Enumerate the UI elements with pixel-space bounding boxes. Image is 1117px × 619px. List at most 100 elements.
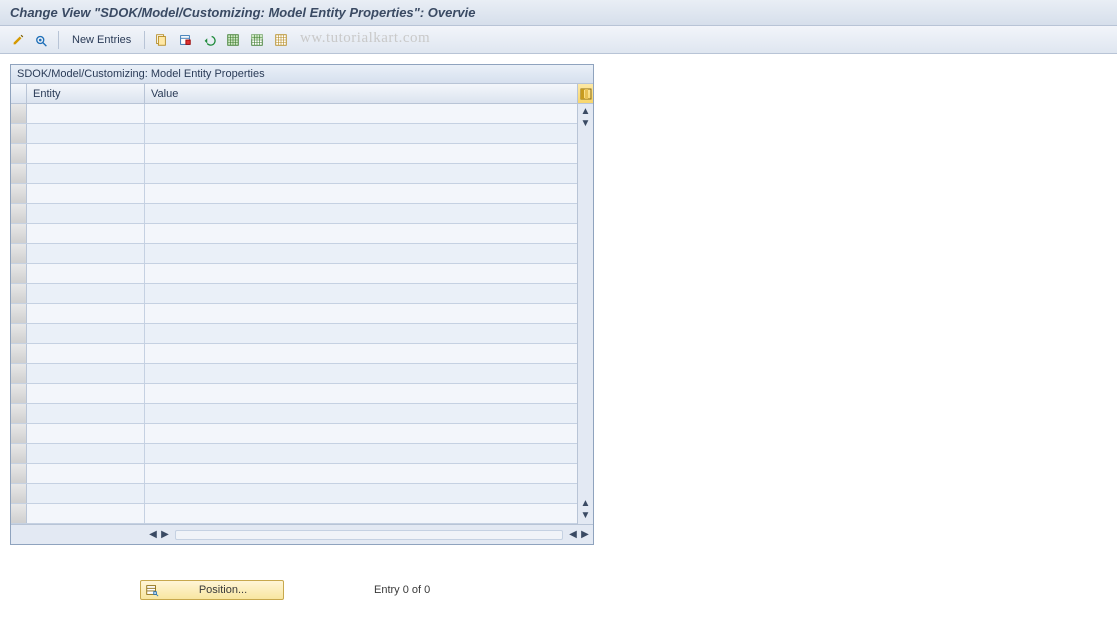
cell-value[interactable] <box>145 344 577 363</box>
cell-entity[interactable] <box>27 144 145 163</box>
cell-value[interactable] <box>145 484 577 503</box>
row-selector[interactable] <box>11 424 27 443</box>
row-selector[interactable] <box>11 124 27 143</box>
cell-value[interactable] <box>145 384 577 403</box>
cell-entity[interactable] <box>27 304 145 323</box>
select-all-handle[interactable] <box>11 84 27 103</box>
cell-entity[interactable] <box>27 184 145 203</box>
row-selector[interactable] <box>11 344 27 363</box>
deselect-all-icon[interactable] <box>271 30 291 50</box>
cell-entity[interactable] <box>27 384 145 403</box>
vertical-scrollbar[interactable]: ▲ ▼ ▲ ▼ <box>577 104 593 524</box>
select-all-icon[interactable] <box>223 30 243 50</box>
cell-entity[interactable] <box>27 124 145 143</box>
cell-value[interactable] <box>145 184 577 203</box>
cell-value[interactable] <box>145 104 577 123</box>
cell-value[interactable] <box>145 204 577 223</box>
row-selector[interactable] <box>11 484 27 503</box>
position-button[interactable]: Position... <box>140 580 284 600</box>
table-row <box>11 464 577 484</box>
row-selector[interactable] <box>11 464 27 483</box>
cell-value[interactable] <box>145 364 577 383</box>
column-header-entity[interactable]: Entity <box>27 84 145 103</box>
scroll-left-icon[interactable]: ◀ <box>147 529 159 541</box>
new-entries-button[interactable]: New Entries <box>65 30 138 50</box>
select-block-icon[interactable] <box>247 30 267 50</box>
other-view-icon[interactable] <box>32 30 52 50</box>
cell-entity[interactable] <box>27 484 145 503</box>
row-selector[interactable] <box>11 184 27 203</box>
cell-entity[interactable] <box>27 404 145 423</box>
grid-header: Entity Value <box>11 84 593 104</box>
position-icon <box>145 583 159 597</box>
cell-entity[interactable] <box>27 464 145 483</box>
table-row <box>11 224 577 244</box>
row-selector[interactable] <box>11 224 27 243</box>
cell-entity[interactable] <box>27 264 145 283</box>
cell-entity[interactable] <box>27 424 145 443</box>
copy-as-icon[interactable] <box>151 30 171 50</box>
cell-value[interactable] <box>145 464 577 483</box>
delete-icon[interactable] <box>175 30 195 50</box>
table-row <box>11 484 577 504</box>
scroll-right2-icon[interactable]: ▶ <box>579 529 591 541</box>
row-selector[interactable] <box>11 324 27 343</box>
row-selector[interactable] <box>11 304 27 323</box>
row-selector[interactable] <box>11 384 27 403</box>
cell-value[interactable] <box>145 244 577 263</box>
scroll-down-icon[interactable]: ▼ <box>580 118 592 130</box>
row-selector[interactable] <box>11 144 27 163</box>
scroll-up-icon[interactable]: ▲ <box>580 106 592 118</box>
row-selector[interactable] <box>11 404 27 423</box>
cell-entity[interactable] <box>27 444 145 463</box>
cell-entity[interactable] <box>27 504 145 523</box>
cell-entity[interactable] <box>27 324 145 343</box>
cell-entity[interactable] <box>27 364 145 383</box>
undo-change-icon[interactable] <box>199 30 219 50</box>
cell-value[interactable] <box>145 504 577 523</box>
horizontal-scrollbar[interactable]: ◀ ▶ ◀ ▶ <box>145 527 593 543</box>
cell-entity[interactable] <box>27 204 145 223</box>
cell-value[interactable] <box>145 304 577 323</box>
row-selector[interactable] <box>11 164 27 183</box>
application-toolbar: New Entries ww.tutorialkart.com <box>0 26 1117 54</box>
cell-value[interactable] <box>145 424 577 443</box>
cell-value[interactable] <box>145 444 577 463</box>
panel-title: SDOK/Model/Customizing: Model Entity Pro… <box>11 65 593 84</box>
cell-value[interactable] <box>145 324 577 343</box>
cell-entity[interactable] <box>27 344 145 363</box>
cell-value[interactable] <box>145 284 577 303</box>
table-row <box>11 184 577 204</box>
scroll-left2-icon[interactable]: ◀ <box>567 529 579 541</box>
cell-entity[interactable] <box>27 244 145 263</box>
cell-entity[interactable] <box>27 104 145 123</box>
hscroll-track[interactable] <box>175 530 563 540</box>
scroll-up2-icon[interactable]: ▲ <box>580 498 592 510</box>
row-selector[interactable] <box>11 444 27 463</box>
row-selector[interactable] <box>11 204 27 223</box>
row-selector[interactable] <box>11 104 27 123</box>
row-selector[interactable] <box>11 244 27 263</box>
table-row <box>11 384 577 404</box>
toggle-display-change-icon[interactable] <box>8 30 28 50</box>
row-selector[interactable] <box>11 264 27 283</box>
cell-entity[interactable] <box>27 164 145 183</box>
row-selector[interactable] <box>11 504 27 523</box>
row-selector[interactable] <box>11 364 27 383</box>
toolbar-separator <box>144 31 145 49</box>
scroll-down2-icon[interactable]: ▼ <box>580 510 592 522</box>
cell-value[interactable] <box>145 144 577 163</box>
cell-value[interactable] <box>145 124 577 143</box>
configure-columns-icon[interactable] <box>577 84 593 103</box>
cell-entity[interactable] <box>27 284 145 303</box>
table-row <box>11 444 577 464</box>
row-selector[interactable] <box>11 284 27 303</box>
cell-entity[interactable] <box>27 224 145 243</box>
column-header-value[interactable]: Value <box>145 84 577 103</box>
cell-value[interactable] <box>145 164 577 183</box>
cell-value[interactable] <box>145 264 577 283</box>
grid-body: ▲ ▼ ▲ ▼ <box>11 104 593 524</box>
scroll-right-icon[interactable]: ▶ <box>159 529 171 541</box>
cell-value[interactable] <box>145 404 577 423</box>
cell-value[interactable] <box>145 224 577 243</box>
